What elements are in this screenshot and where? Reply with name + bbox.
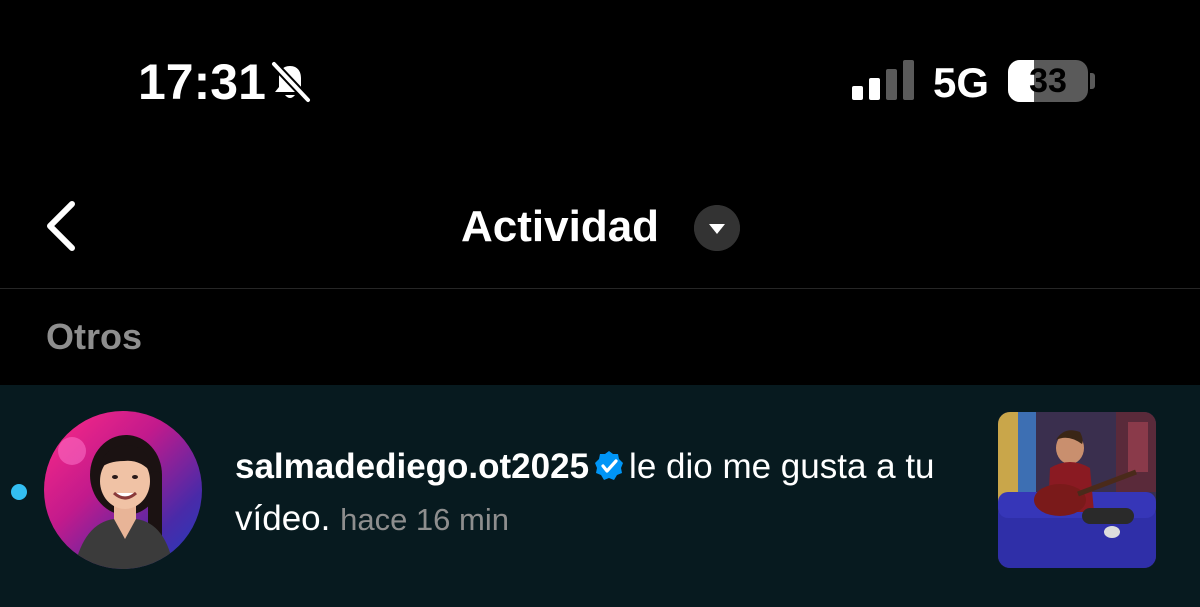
section-label: Otros bbox=[46, 316, 143, 357]
battery-icon: 33 bbox=[1008, 60, 1088, 102]
notification-username[interactable]: salmadediego.ot2025 bbox=[235, 447, 589, 486]
status-time: 17:31 bbox=[138, 54, 266, 110]
battery-tip bbox=[1090, 73, 1095, 89]
avatar[interactable] bbox=[44, 411, 202, 569]
network-label: 5G bbox=[933, 59, 990, 106]
video-thumbnail-image bbox=[998, 412, 1156, 568]
battery-level: 33 bbox=[1029, 62, 1067, 100]
page-title: Actividad bbox=[461, 202, 660, 251]
unread-dot bbox=[11, 484, 27, 500]
verified-badge-icon bbox=[595, 451, 624, 480]
notification-item[interactable]: salmadediego.ot2025 le dio me gusta a tu… bbox=[0, 385, 1200, 607]
title-dropdown-button[interactable] bbox=[694, 205, 740, 251]
video-thumbnail[interactable] bbox=[998, 412, 1156, 568]
signal-bars-icon bbox=[852, 60, 914, 100]
header-divider bbox=[0, 288, 1200, 289]
activity-screen: 17:31 5G 33 Actividad Otros salmadediego… bbox=[0, 0, 1200, 607]
avatar-image bbox=[58, 435, 174, 569]
notification-text[interactable]: salmadediego.ot2025 le dio me gusta a tu… bbox=[235, 441, 975, 546]
status-bar: 17:31 5G 33 bbox=[0, 0, 1200, 160]
back-button[interactable] bbox=[40, 198, 84, 254]
chevron-left-icon bbox=[47, 201, 75, 251]
bell-slash-icon bbox=[270, 60, 312, 104]
notification-timestamp: hace 16 min bbox=[340, 502, 509, 537]
